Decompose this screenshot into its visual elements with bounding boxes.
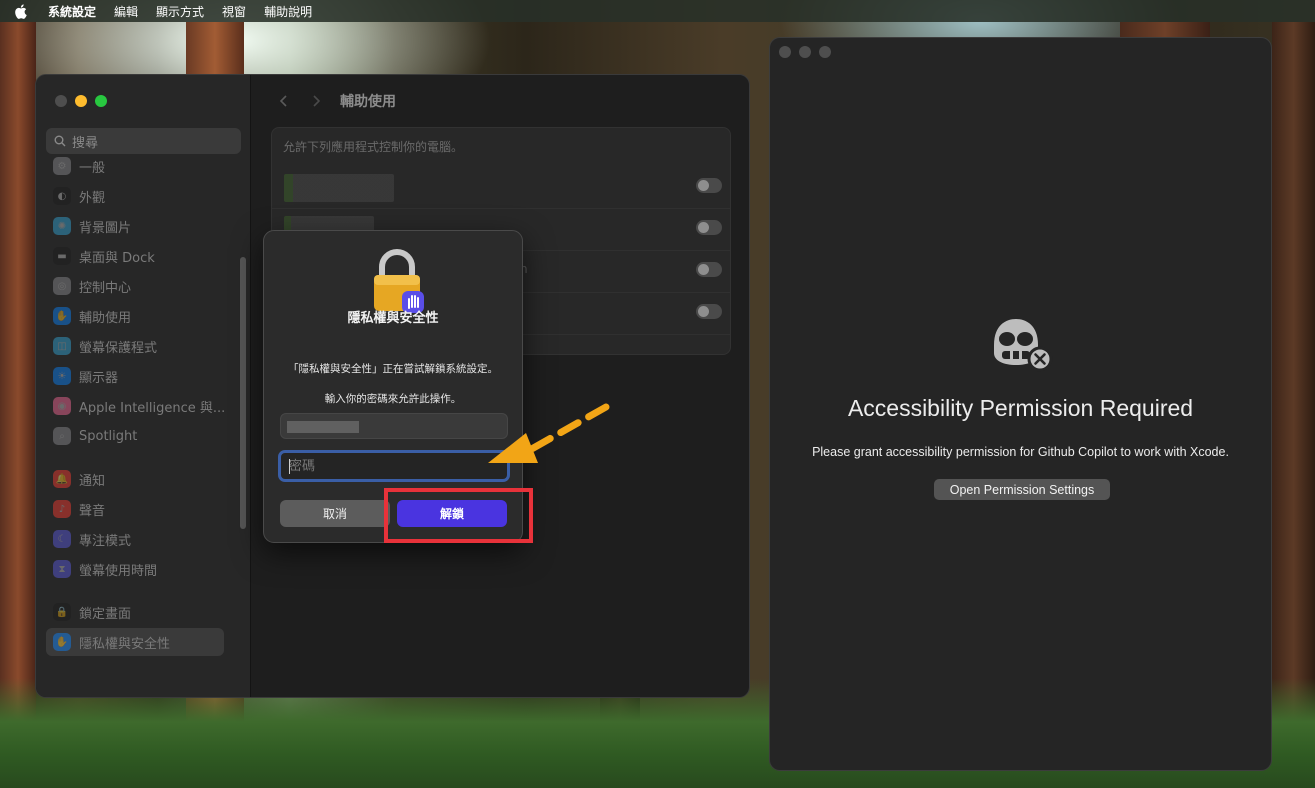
copilot-window: Accessibility Permission Required Please… — [769, 37, 1272, 771]
menu-bar: 系統設定 編輯 顯示方式 視窗 輔助說明 — [0, 0, 1315, 22]
accessibility-icon: ✋ — [53, 307, 71, 325]
app-toggle[interactable] — [696, 262, 722, 277]
privacy-hand-icon: ✋ — [53, 633, 71, 651]
sidebar-item-label: 聲音 — [79, 503, 106, 519]
sidebar-item[interactable]: ◫ 螢幕保護程式 — [46, 332, 224, 360]
sidebar-item-label: 螢幕保護程式 — [79, 340, 158, 356]
search-placeholder: 搜尋 — [72, 135, 99, 151]
minimize-button[interactable] — [75, 95, 87, 107]
app-row — [272, 166, 732, 208]
password-field[interactable] — [278, 450, 510, 482]
sidebar-item-label: 螢幕使用時間 — [79, 563, 158, 579]
sidebar-item-label: 顯示器 — [79, 370, 119, 386]
display-icon: ☀ — [53, 367, 71, 385]
app-icon-redacted — [284, 174, 394, 202]
copilot-disabled-icon — [994, 319, 1053, 372]
notifications-icon: 🔔 — [53, 470, 71, 488]
sidebar-item-label: Spotlight — [79, 428, 138, 444]
apple-intelligence-icon: ◉ — [53, 397, 71, 415]
menu-help[interactable]: 輔助說明 — [264, 3, 312, 20]
dialog-message: 「隱私權與安全性」正在嘗試解鎖系統設定。 — [288, 363, 498, 375]
settings-sidebar: 搜尋 ⚙ 一般 ◐ 外觀 ✺ 背景圖片 ▬ 桌面與 Dock ◎ 控制中心 ✋ 輔助使用 ◫ 螢幕保護程式… — [36, 75, 251, 697]
sidebar-item[interactable]: ◎ 控制中心 — [46, 272, 224, 300]
wallpaper-icon: ✺ — [53, 217, 71, 235]
menu-edit[interactable]: 編輯 — [114, 3, 138, 20]
app-toggle[interactable] — [696, 220, 722, 235]
close-button[interactable] — [779, 46, 791, 58]
sidebar-item[interactable]: ◐ 外觀 — [46, 182, 224, 210]
sidebar-item[interactable]: ☀ 顯示器 — [46, 362, 224, 390]
copilot-title: Accessibility Permission Required — [847, 395, 1194, 421]
padlock-icon — [374, 249, 424, 313]
sound-icon: ♪ — [53, 500, 71, 518]
sidebar-item-label: 一般 — [79, 160, 106, 176]
sidebar-item[interactable]: ✋ 輔助使用 — [46, 302, 224, 330]
screensaver-icon: ◫ — [53, 337, 71, 355]
sidebar-item[interactable]: ✺ 背景圖片 — [46, 212, 224, 240]
sidebar-item-label: 通知 — [79, 473, 106, 489]
sidebar-item[interactable]: ▬ 桌面與 Dock — [46, 242, 224, 270]
dashed-arrow-annotation — [488, 403, 610, 463]
sidebar-item[interactable]: 🔒 鎖定畫面 — [46, 598, 224, 626]
menu-view[interactable]: 顯示方式 — [156, 3, 204, 20]
sidebar-item-label: 控制中心 — [79, 280, 132, 296]
username-field[interactable] — [280, 413, 508, 439]
sidebar-item-label: Apple Intelligence 與... — [79, 400, 226, 416]
control-center-icon: ◎ — [53, 277, 71, 295]
page-title: 輔助使用 — [340, 94, 396, 110]
sidebar-item[interactable]: ⚙ 一般 — [46, 152, 224, 180]
sidebar-item[interactable]: ✋ 隱私權與安全性 — [46, 628, 224, 656]
sidebar-item-label: 專注模式 — [79, 533, 132, 549]
back-chevron-icon[interactable] — [274, 91, 294, 111]
text-caret — [289, 459, 290, 474]
sidebar-item-label: 桌面與 Dock — [79, 250, 155, 266]
sidebar-item[interactable]: ⌕ Spotlight — [46, 422, 224, 450]
unlock-highlight-box — [384, 488, 533, 543]
app-toggle[interactable] — [696, 304, 722, 319]
cancel-button[interactable]: 取消 — [280, 500, 390, 527]
sidebar-item[interactable]: ⧗ 螢幕使用時間 — [46, 555, 224, 583]
window-controls — [55, 95, 107, 107]
sidebar-item-label: 輔助使用 — [79, 310, 132, 326]
sidebar-item-label: 鎖定畫面 — [79, 606, 132, 622]
forward-chevron-icon[interactable] — [306, 91, 326, 111]
app-toggle[interactable] — [696, 178, 722, 193]
focus-icon: ☾ — [53, 530, 71, 548]
sidebar-item[interactable]: 🔔 通知 — [46, 465, 224, 493]
window-controls — [779, 46, 831, 58]
appearance-icon: ◐ — [53, 187, 71, 205]
zoom-button[interactable] — [819, 46, 831, 58]
sidebar-item-label: 隱私權與安全性 — [79, 636, 171, 652]
sidebar-search-field[interactable]: 搜尋 — [46, 128, 241, 154]
apple-menu-icon[interactable] — [14, 3, 28, 19]
menu-window[interactable]: 視窗 — [222, 3, 246, 20]
sidebar-item[interactable]: ◉ Apple Intelligence 與... — [46, 392, 226, 420]
settings-toolbar: 輔助使用 — [274, 91, 396, 111]
copilot-message: Please grant accessibility permission fo… — [812, 445, 1229, 459]
sidebar-item-label: 外觀 — [79, 190, 106, 206]
lock-screen-icon: 🔒 — [53, 603, 71, 621]
sidebar-item[interactable]: ☾ 專注模式 — [46, 525, 224, 553]
menu-app-name[interactable]: 系統設定 — [48, 3, 96, 20]
dialog-title: 隱私權與安全性 — [347, 311, 439, 326]
gear-icon: ⚙ — [53, 157, 71, 175]
sidebar-item-label: 背景圖片 — [79, 220, 132, 236]
username-redacted — [287, 421, 359, 433]
panel-header: 允許下列應用程式控制你的電腦。 — [283, 140, 464, 154]
sidebar-item[interactable]: ♪ 聲音 — [46, 495, 224, 523]
search-icon — [54, 135, 66, 147]
sidebar-scrollbar[interactable] — [240, 257, 246, 529]
zoom-button[interactable] — [95, 95, 107, 107]
minimize-button[interactable] — [799, 46, 811, 58]
open-permission-settings-button[interactable]: Open Permission Settings — [934, 479, 1110, 500]
spotlight-icon: ⌕ — [53, 427, 71, 445]
background-tree — [0, 22, 36, 788]
dock-icon: ▬ — [53, 247, 71, 265]
screen-time-icon: ⧗ — [53, 560, 71, 578]
close-button[interactable] — [55, 95, 67, 107]
background-tree — [1272, 22, 1315, 788]
